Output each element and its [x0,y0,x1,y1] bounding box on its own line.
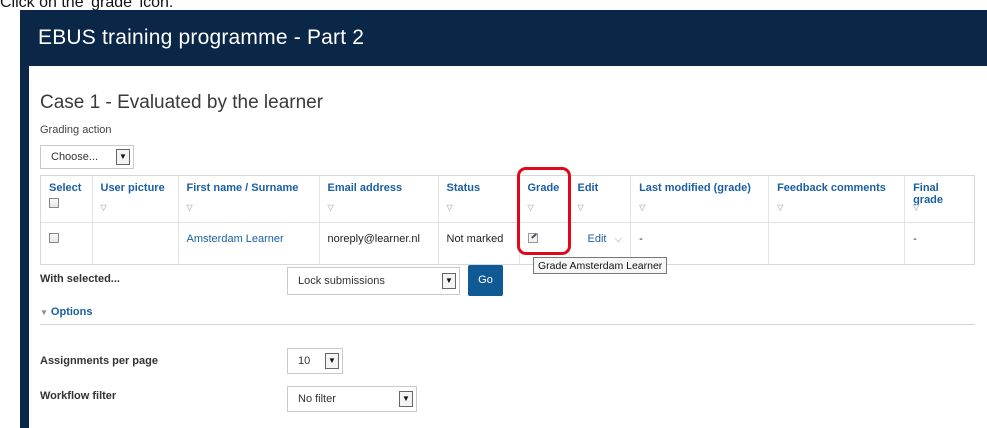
sort-icon[interactable]: ▽ [328,203,334,212]
column-header-label: First name / Surname [186,182,299,194]
learner-name-link[interactable]: Amsterdam Learner [187,233,284,245]
assignments-per-page-label: Assignments per page [40,355,158,367]
cell-final-grade: - [904,221,974,264]
grading-action-label: Grading action [40,124,112,136]
column-final-grade[interactable]: Final grade ▽ [905,176,974,222]
chevron-down-icon: ▼ [399,391,413,407]
grading-action-value: Choose... [51,151,99,163]
grading-table: Select User picture ▽ First name / Surna… [40,175,975,265]
row-select-checkbox[interactable] [49,232,59,243]
cell-select [41,221,93,264]
column-header-label: Status [446,182,481,194]
section-divider [40,324,975,325]
assignments-per-page-select[interactable]: 10 ▼ [287,348,343,374]
page-title: Case 1 - Evaluated by the learner [40,92,324,113]
column-status[interactable]: Status ▽ [438,176,520,222]
table-row: Amsterdam Learner noreply@learner.nl Not… [41,221,974,264]
sort-icon[interactable]: ▽ [187,203,193,212]
column-header-label: Feedback comments [777,182,886,194]
grade-highlight-box [517,167,571,255]
grading-action-select[interactable]: Choose... ▼ [40,145,134,169]
column-user-picture[interactable]: User picture ▽ [92,176,179,222]
instruction-text: Click on the 'grade' icon. [0,0,174,11]
column-name[interactable]: First name / Surname ▽ [178,176,320,222]
banner-title: EBUS training programme - Part 2 [38,26,365,49]
bulk-action-value: Lock submissions [298,275,385,287]
sort-icon[interactable]: ▽ [777,203,783,212]
select-all-checkbox[interactable] [49,198,59,208]
column-select: Select [41,176,93,222]
sort-icon[interactable]: ▽ [913,203,919,212]
assignments-per-page-value: 10 [298,355,311,367]
bulk-action-select[interactable]: Lock submissions ▼ [287,267,460,295]
workflow-filter-value: No filter [298,393,336,405]
cell-user-picture [92,221,179,264]
with-selected-label: With selected... [40,273,120,285]
column-feedback[interactable]: Feedback comments ▽ [768,176,906,222]
column-header-label: User picture [100,182,165,194]
collapse-triangle-icon: ▼ [40,308,48,317]
column-header-label: Email address [327,182,403,194]
table-header-row: Select User picture ▽ First name / Surna… [41,176,974,222]
column-edit: Edit ▽ [569,176,632,222]
options-toggle[interactable]: ▼ Options [40,306,92,318]
sort-icon[interactable]: ▽ [639,203,645,212]
cell-feedback [768,221,906,264]
workflow-filter-label: Workflow filter [40,390,117,402]
sort-icon[interactable]: ▽ [578,203,584,212]
column-last-modified[interactable]: Last modified (grade) ▽ [630,176,770,222]
cell-status: Not marked [438,221,520,264]
chevron-down-icon: ▼ [325,353,339,369]
chevron-down-icon: ▼ [116,149,130,165]
chevron-down-icon[interactable]: ⌵ [614,234,622,245]
options-label: Options [50,306,93,318]
column-header-label: Last modified (grade) [639,182,751,194]
grade-tooltip: Grade Amsterdam Learner [533,257,668,274]
workflow-filter-select[interactable]: No filter ▼ [287,386,417,412]
column-header-label: Edit [577,182,599,194]
column-header-label: Select [49,182,82,194]
sort-icon[interactable]: ▽ [101,203,107,212]
chevron-down-icon: ▼ [442,273,456,289]
go-button[interactable]: Go [468,265,503,296]
column-email[interactable]: Email address ▽ [319,176,439,222]
sort-icon[interactable]: ▽ [447,203,453,212]
cell-name: Amsterdam Learner [178,221,320,264]
edit-menu-link[interactable]: Edit [588,233,607,245]
cell-email: noreply@learner.nl [319,221,439,264]
